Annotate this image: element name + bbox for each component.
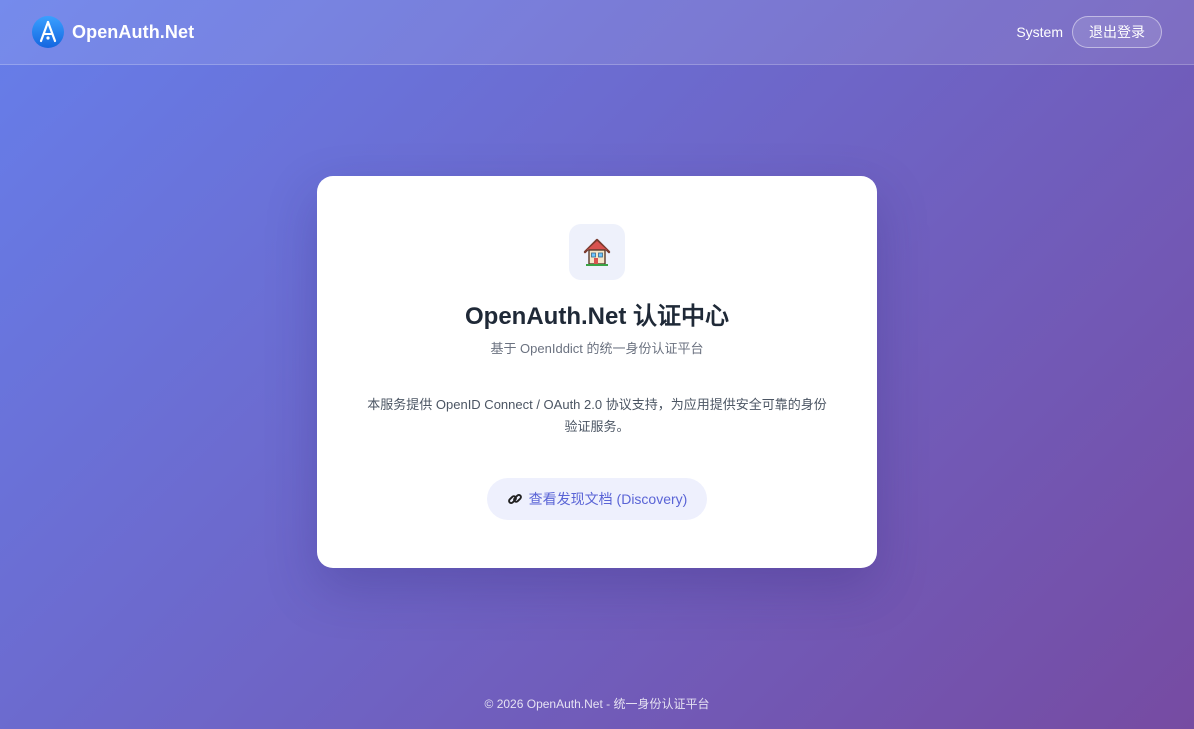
discovery-link-label: 查看发现文档 (Discovery) [528, 491, 688, 507]
footer: © 2026 OpenAuth.Net - 统一身份认证平台 [0, 695, 1194, 712]
username: System [1016, 24, 1063, 40]
link-icon [507, 494, 522, 504]
brand-name: OpenAuth.Net [72, 21, 195, 42]
welcome-card: OpenAuth.Net 认证中心 基于 OpenIddict 的统一身份认证平… [317, 176, 877, 568]
house-icon [583, 238, 611, 266]
card-title: OpenAuth.Net 认证中心 [465, 303, 729, 330]
footer-text: © 2026 OpenAuth.Net - 统一身份认证平台 [484, 697, 710, 711]
discovery-link[interactable]: 查看发现文档 (Discovery) [486, 478, 708, 520]
user-area: System 退出登录 [1016, 16, 1162, 48]
top-navbar: OpenAuth.Net System 退出登录 [0, 0, 1194, 65]
card-description: 本服务提供 OpenID Connect / OAuth 2.0 协议支持，为应… [367, 397, 827, 434]
card-icon-box [569, 224, 625, 280]
logout-button[interactable]: 退出登录 [1072, 16, 1162, 48]
brand[interactable]: OpenAuth.Net [32, 16, 194, 48]
openauth-logo-icon [32, 16, 64, 48]
card-subtitle: 基于 OpenIddict 的统一身份认证平台 [490, 341, 704, 356]
